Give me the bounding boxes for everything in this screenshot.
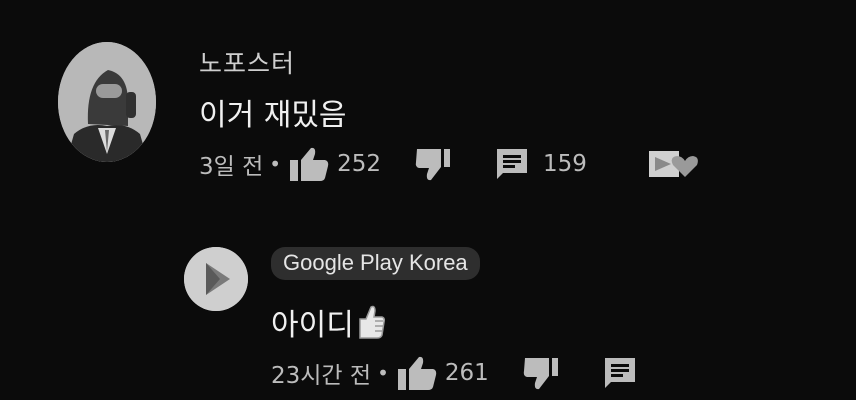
separator-dot: • — [377, 361, 389, 385]
reply-actions: 23시간 전 • 261 — [271, 355, 637, 391]
thumb-down-icon[interactable] — [523, 356, 559, 390]
like-count: 261 — [444, 360, 489, 386]
reply-avatar[interactable] — [184, 247, 248, 311]
comment-text: 이거 재밌음 — [199, 98, 347, 133]
creator-heart-icon — [648, 149, 699, 179]
thumb-up-icon[interactable] — [397, 355, 437, 391]
comment-icon[interactable] — [603, 356, 637, 390]
thumb-down-icon[interactable] — [415, 147, 451, 181]
thumb-up-icon[interactable] — [289, 146, 329, 182]
reply-age: 23시간 전 — [271, 363, 372, 389]
comment-author[interactable]: 노포스터 — [199, 44, 295, 80]
separator-dot: • — [269, 152, 282, 176]
reply-author-chip[interactable]: Google Play Korea — [271, 247, 480, 280]
reply-text-content: 아이디 — [271, 308, 354, 343]
comment-thread: 노포스터 이거 재밌음 3일 전 • 252 159 — [0, 0, 856, 230]
reply-thread: Google Play Korea 아이디 23시간 전 • 261 — [0, 230, 856, 400]
google-play-logo-icon — [184, 247, 248, 311]
avatar[interactable] — [58, 42, 156, 162]
comment-age: 3일 전 — [199, 154, 264, 180]
avatar-crewmate-image — [58, 42, 156, 162]
reply-text: 아이디 — [271, 300, 386, 347]
comment-actions: 3일 전 • 252 159 — [199, 146, 699, 182]
reply-count: 159 — [542, 151, 587, 177]
comment-icon[interactable] — [495, 147, 529, 181]
thumbs-up-emoji-icon — [356, 303, 386, 347]
like-count: 252 — [337, 151, 381, 177]
